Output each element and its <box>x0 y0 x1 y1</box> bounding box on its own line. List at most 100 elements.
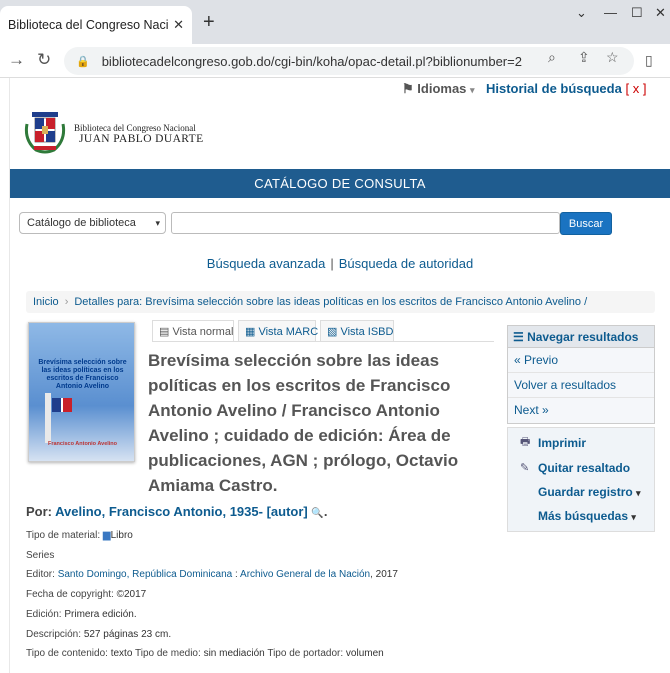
publisher-name[interactable]: Archivo General de la Nación <box>240 569 370 580</box>
scope-value: Catálogo de biblioteca <box>27 217 136 229</box>
breadcrumb-details[interactable]: Detalles para: Brevísima selección sobre… <box>74 296 587 308</box>
more-searches-menu[interactable]: Más búsquedas ▾ <box>538 509 636 523</box>
caret-icon: ▾ <box>631 512 636 522</box>
coat-of-arms-logo[interactable] <box>24 110 66 154</box>
breadcrumb-home[interactable]: Inicio <box>33 296 59 308</box>
card-icon: ▧ <box>327 326 341 338</box>
list-icon: ☰ <box>513 330 528 344</box>
url-text: bibliotecadelcongreso.gob.do/cgi-bin/koh… <box>101 53 522 69</box>
web-page: ⚑ Idiomas ▾ Historial de búsqueda [ x ] … <box>0 78 670 673</box>
copyright-label: Fecha de copyright: <box>26 589 114 600</box>
media-label: Tipo de medio: <box>135 648 201 659</box>
record-title: Brevísima selección sobre las ideas polí… <box>148 351 459 495</box>
more-searches-label: Más búsquedas <box>538 509 629 523</box>
copyright-value: ©2017 <box>116 589 147 600</box>
author-link[interactable]: Avelino, Francisco Antonio, 1935- <box>55 504 263 519</box>
new-tab-icon[interactable]: + <box>203 12 215 32</box>
chevron-down-icon: ▾ <box>155 218 160 228</box>
search-button[interactable]: Buscar <box>560 212 612 235</box>
edition-row: Edición: Primera edición. <box>26 609 137 620</box>
bookmark-star-icon[interactable]: ☆ <box>606 49 619 66</box>
close-tab-icon[interactable]: ✕ <box>173 17 184 33</box>
caret-icon: ▾ <box>470 85 475 95</box>
tab-isbd-view[interactable]: ▧ Vista ISBD <box>320 320 394 342</box>
cover-monument <box>45 393 51 443</box>
tab-isbd-label: Vista ISBD <box>340 326 394 338</box>
flag-icon <box>52 398 72 412</box>
maximize-icon[interactable]: ☐ <box>631 5 643 21</box>
book-icon: ▆ <box>102 530 111 541</box>
sidebar-panel-icon[interactable]: ▯ <box>645 52 653 69</box>
results-nav-title: Navegar resultados <box>527 330 639 344</box>
languages-label: Idiomas <box>417 81 467 96</box>
authority-search-link[interactable]: Búsqueda de autoridad <box>339 256 473 271</box>
close-window-icon[interactable]: ✕ <box>655 5 666 21</box>
next-result-link[interactable]: Next » <box>508 398 654 423</box>
minimize-icon[interactable]: — <box>604 5 617 20</box>
media-value: sin mediación <box>203 648 265 659</box>
caret-icon: ▾ <box>636 488 641 498</box>
series-row: Series <box>26 550 55 561</box>
flag-icon: ⚑ <box>402 81 418 96</box>
printer-icon: 🖶 <box>520 436 531 448</box>
save-record-menu[interactable]: Guardar registro ▾ <box>538 485 641 499</box>
clear-history-button[interactable]: x <box>633 81 640 96</box>
zoom-icon[interactable]: ⌕ <box>548 49 556 66</box>
copyright-row: Fecha de copyright: ©2017 <box>26 589 146 600</box>
material-type-row: Tipo de material: ▆Libro <box>26 530 133 541</box>
share-icon[interactable]: ⇪ <box>578 49 590 66</box>
publisher-row: Editor: Santo Domingo, República Dominic… <box>26 569 398 580</box>
author-role-link[interactable]: [autor] <box>267 504 308 519</box>
remove-highlight-link[interactable]: Quitar resaltado <box>538 461 630 475</box>
logo-text-line1: Biblioteca del Congreso Nacional <box>74 123 196 133</box>
breadcrumb: Inicio › Detalles para: Brevísima selecció… <box>26 291 655 313</box>
description-label: Descripción: <box>26 629 82 640</box>
description-value: 527 páginas 23 cm. <box>83 629 172 640</box>
content-value: texto <box>110 648 133 659</box>
previous-result-link[interactable]: « Previo <box>508 348 654 373</box>
book-cover-image[interactable]: Brevísima selección sobre las ideas polí… <box>28 322 135 462</box>
tab-normal-label: Vista normal <box>172 326 234 338</box>
search-history-link[interactable]: Historial de búsqueda [ x ] <box>486 81 646 96</box>
tab-title: Biblioteca del Congreso Naciona <box>8 18 168 32</box>
history-label: Historial de búsqueda <box>486 81 622 96</box>
logo-text-line2: JUAN PABLO DUARTE <box>79 133 204 145</box>
languages-menu[interactable]: ⚑ Idiomas ▾ <box>402 81 475 97</box>
search-input[interactable] <box>171 212 560 234</box>
carrier-label: Tipo de portador: <box>267 648 344 659</box>
description-row: Descripción: 527 páginas 23 cm. <box>26 629 171 640</box>
back-to-results-link[interactable]: Volver a resultados <box>508 373 654 398</box>
content-type-row: Tipo de contenido: texto Tipo de medio: … <box>26 648 384 659</box>
browser-tab-bar: Biblioteca del Congreso Naciona ✕ + ⌄ — … <box>0 0 670 44</box>
print-link[interactable]: Imprimir <box>538 436 586 450</box>
lock-icon: 🔒 <box>76 55 90 68</box>
carrier-value: volumen <box>345 648 384 659</box>
tab-marc-label: Vista MARC <box>258 326 319 338</box>
highlighter-icon: ✎ <box>520 462 530 474</box>
browser-tab[interactable]: Biblioteca del Congreso Naciona ✕ <box>0 6 192 44</box>
catalog-banner: CATÁLOGO DE CONSULTA <box>10 169 670 198</box>
author-line: Por: Avelino, Francisco Antonio, 1935- [… <box>26 504 328 519</box>
author-label: Por: <box>26 504 52 519</box>
content-label: Tipo de contenido: <box>26 648 108 659</box>
search-links: Búsqueda avanzada | Búsqueda de autoridad <box>206 256 474 271</box>
cover-title: Brevísima selección sobre las ideas polí… <box>38 359 127 390</box>
results-navigation: ☰ Navegar resultados « Previo Volver a r… <box>507 325 655 424</box>
page-content: ⚑ Idiomas ▾ Historial de búsqueda [ x ] … <box>9 78 670 673</box>
chevron-down-icon[interactable]: ⌄ <box>576 5 587 21</box>
results-nav-heading: ☰ Navegar resultados <box>508 326 654 348</box>
grid-icon: ▦ <box>245 326 259 338</box>
back-icon[interactable]: → <box>8 50 25 70</box>
document-icon: ▤ <box>159 326 173 338</box>
reload-icon[interactable]: ↻ <box>37 50 51 70</box>
save-record-label: Guardar registro <box>538 485 633 499</box>
catalog-scope-select[interactable]: Catálogo de biblioteca ▾ <box>19 212 166 234</box>
edition-value: Primera edición. <box>64 609 137 620</box>
browser-toolbar: → ↻ 🔒 bibliotecadelcongreso.gob.do/cgi-b… <box>0 44 670 78</box>
tab-normal-view[interactable]: ▤ Vista normal <box>152 320 234 342</box>
advanced-search-link[interactable]: Búsqueda avanzada <box>207 256 326 271</box>
material-label: Tipo de material: <box>26 530 101 541</box>
tab-marc-view[interactable]: ▦ Vista MARC <box>238 320 319 342</box>
magnifier-icon[interactable]: 🔍 <box>311 508 323 519</box>
publisher-place[interactable]: Santo Domingo, República Dominicana <box>58 569 233 580</box>
